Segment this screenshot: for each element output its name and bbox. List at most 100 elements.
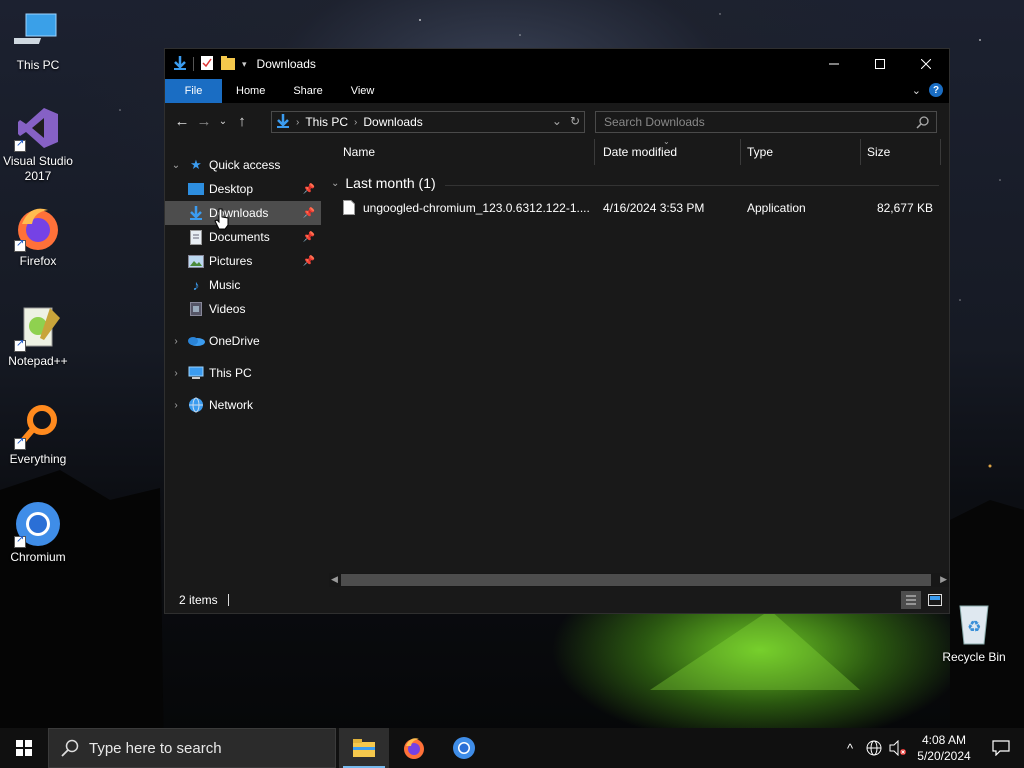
nav-item-music[interactable]: ♪ Music <box>165 273 321 297</box>
tab-file[interactable]: File <box>165 79 222 103</box>
column-header-date-modified[interactable]: Date modified ⌄ <box>597 137 741 165</box>
content-area: ⌄ ★ Quick access Desktop 📌 Downloads 📌 D… <box>165 137 949 587</box>
taskbar-app-chromium[interactable] <box>439 728 489 768</box>
breadcrumb-this-pc[interactable]: This PC <box>305 115 348 129</box>
divider <box>193 57 194 71</box>
nav-network[interactable]: › Network <box>165 393 321 417</box>
file-row[interactable]: ungoogled-chromium_123.0.6312.122-1.... … <box>337 197 947 219</box>
window-title: Downloads <box>256 57 316 71</box>
pin-icon: 📌 <box>302 183 315 195</box>
nav-item-pictures[interactable]: Pictures 📌 <box>165 249 321 273</box>
desktop-icon-visual-studio[interactable]: Visual Studio 2017 <box>0 104 76 184</box>
title-bar: ▾ Downloads <box>165 49 949 79</box>
search-box[interactable] <box>595 111 937 133</box>
properties-icon[interactable] <box>200 55 214 74</box>
group-divider <box>445 185 939 186</box>
forward-button[interactable]: → <box>193 110 215 132</box>
nav-label: Network <box>209 398 254 412</box>
collapse-group-chevron-icon[interactable]: ⌄ <box>331 178 339 189</box>
clock-time: 4:08 AM <box>921 733 967 747</box>
nav-label: Documents <box>209 230 270 244</box>
pin-icon: 📌 <box>302 255 315 267</box>
new-folder-icon[interactable] <box>220 55 236 74</box>
breadcrumb-downloads[interactable]: Downloads <box>363 115 422 129</box>
chromium-icon <box>14 500 62 548</box>
scroll-left-arrow-icon[interactable]: ◀ <box>331 574 338 585</box>
clock[interactable]: 4:08 AM 5/20/2024 <box>910 732 978 764</box>
quick-access-toolbar: ▾ <box>165 55 247 74</box>
downloads-arrow-icon <box>173 55 187 74</box>
tab-share[interactable]: Share <box>279 79 336 103</box>
action-center-button[interactable] <box>978 728 1024 768</box>
breadcrumb-separator-icon[interactable]: › <box>296 117 299 128</box>
back-button[interactable]: ← <box>171 110 193 132</box>
large-icons-view-button[interactable] <box>925 591 945 609</box>
desktop-icon-chromium[interactable]: Chromium <box>0 500 76 565</box>
file-name: ungoogled-chromium_123.0.6312.122-1.... <box>363 201 590 215</box>
expand-chevron-icon[interactable]: › <box>165 368 187 379</box>
volume-muted-icon[interactable] <box>886 728 910 768</box>
file-list-pane: Name Date modified ⌄ Type Size ⌄ Last mon… <box>323 137 949 587</box>
nav-item-videos[interactable]: Videos <box>165 297 321 321</box>
maximize-button[interactable] <box>857 49 903 79</box>
customize-toolbar-chevron-icon[interactable]: ▾ <box>242 59 247 70</box>
file-explorer-icon <box>353 739 375 757</box>
address-history-chevron-icon[interactable]: ⌄ <box>552 114 562 128</box>
desktop-icon-label: Recycle Bin <box>942 650 1006 664</box>
minimize-button[interactable] <box>811 49 857 79</box>
column-header-type[interactable]: Type <box>741 139 861 165</box>
breadcrumb-separator-icon[interactable]: › <box>354 117 357 128</box>
file-generic-icon <box>343 200 355 218</box>
scroll-right-arrow-icon[interactable]: ▶ <box>940 574 947 585</box>
sort-indicator-icon: ⌄ <box>663 137 670 146</box>
details-view-button[interactable] <box>901 591 921 609</box>
desktop-icon-this-pc[interactable]: This PC <box>0 8 76 73</box>
expand-ribbon-chevron-icon[interactable]: ⌄ <box>912 84 921 97</box>
taskbar-app-file-explorer[interactable] <box>339 728 389 768</box>
language-globe-icon[interactable] <box>862 728 886 768</box>
horizontal-scrollbar[interactable]: ◀ ▶ <box>329 573 949 587</box>
refresh-icon[interactable]: ↻ <box>570 114 580 128</box>
chromium-icon <box>453 737 475 759</box>
column-header-size[interactable]: Size <box>861 139 941 165</box>
file-group-header[interactable]: ⌄ Last month (1) <box>331 175 436 191</box>
tab-view[interactable]: View <box>337 79 389 103</box>
tab-home[interactable]: Home <box>222 79 279 103</box>
nav-label: This PC <box>209 366 252 380</box>
videos-folder-icon <box>187 301 205 317</box>
column-label: Date modified <box>603 145 678 159</box>
shortcut-arrow-icon <box>14 534 26 548</box>
column-label: Name <box>343 145 376 159</box>
taskbar-app-firefox[interactable] <box>389 728 439 768</box>
nav-this-pc[interactable]: › This PC <box>165 361 321 385</box>
scrollbar-thumb[interactable] <box>341 574 931 586</box>
recent-locations-chevron-icon[interactable]: ⌄ <box>215 110 231 132</box>
shortcut-arrow-icon <box>14 436 26 450</box>
up-button[interactable]: ↑ <box>231 110 253 132</box>
collapse-chevron-icon[interactable]: ⌄ <box>165 160 187 171</box>
desktop-icon-notepadpp[interactable]: Notepad++ <box>0 304 76 369</box>
desktop-folder-icon <box>187 181 205 197</box>
nav-item-downloads[interactable]: Downloads 📌 <box>165 201 321 225</box>
onedrive-icon <box>187 333 205 349</box>
show-hidden-icons-chevron-icon[interactable]: ^ <box>838 728 862 768</box>
desktop-icon-firefox[interactable]: Firefox <box>0 204 76 269</box>
nav-quick-access[interactable]: ⌄ ★ Quick access <box>165 153 321 177</box>
close-button[interactable] <box>903 49 949 79</box>
firefox-icon <box>14 204 62 252</box>
computer-icon <box>8 8 62 56</box>
expand-chevron-icon[interactable]: › <box>165 336 187 347</box>
nav-item-desktop[interactable]: Desktop 📌 <box>165 177 321 201</box>
taskbar-search-box[interactable]: Type here to search <box>48 728 336 768</box>
search-input[interactable] <box>604 115 904 129</box>
desktop-icon-label: Chromium <box>10 550 66 564</box>
expand-chevron-icon[interactable]: › <box>165 400 187 411</box>
nav-onedrive[interactable]: › OneDrive <box>165 329 321 353</box>
file-type: Application <box>747 201 806 215</box>
help-icon[interactable]: ? <box>929 83 943 97</box>
desktop-icon-everything[interactable]: Everything <box>0 402 76 467</box>
column-header-name[interactable]: Name <box>337 139 595 165</box>
address-bar[interactable]: › This PC › Downloads ⌄ ↻ <box>271 111 585 133</box>
nav-item-documents[interactable]: Documents 📌 <box>165 225 321 249</box>
start-button[interactable] <box>0 728 48 768</box>
